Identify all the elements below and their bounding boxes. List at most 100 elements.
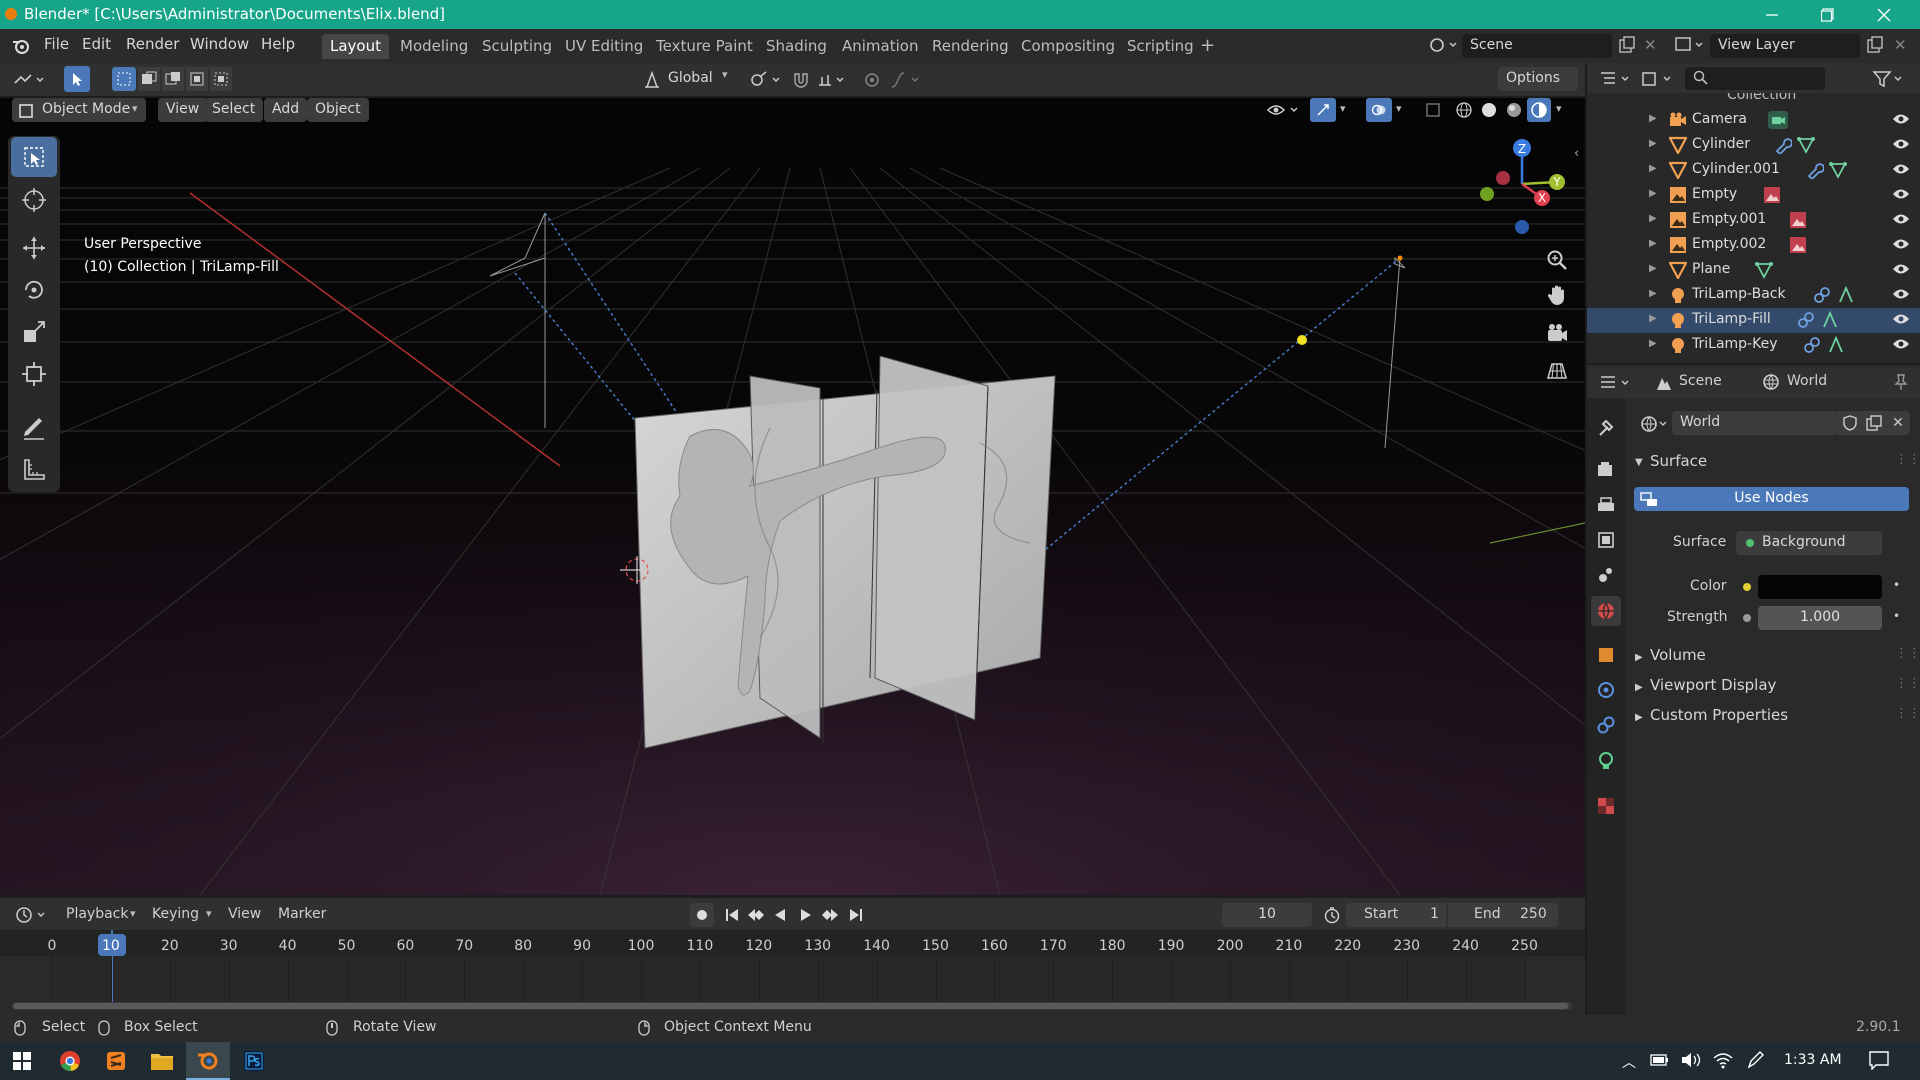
photoshop-icon[interactable] [232, 1042, 276, 1080]
drag-handle-icon[interactable]: ⋮⋮ [1895, 646, 1920, 661]
file-explorer-icon[interactable] [140, 1042, 184, 1080]
tray-chevron-up-icon[interactable]: ︿ [1622, 1052, 1636, 1072]
new-view-layer-icon[interactable] [1866, 36, 1884, 54]
volume-icon[interactable] [1680, 1051, 1702, 1069]
tab-view-layer[interactable] [1591, 525, 1621, 555]
current-frame-field[interactable]: 10 [1222, 903, 1312, 927]
eye-icon[interactable] [1892, 162, 1910, 176]
view-layer-icon[interactable] [1674, 35, 1706, 55]
eye-icon[interactable] [1892, 287, 1910, 301]
new-scene-icon[interactable] [1618, 36, 1636, 54]
tab-world[interactable] [1591, 596, 1621, 626]
use-nodes-button[interactable]: Use Nodes [1634, 487, 1909, 511]
color-swatch[interactable] [1758, 575, 1882, 599]
jump-keyframe-back-icon[interactable] [744, 903, 768, 927]
transform-tool[interactable] [11, 354, 57, 394]
eye-icon[interactable] [1892, 112, 1910, 126]
world-name-field[interactable]: World [1672, 411, 1838, 435]
outliner-editor-type-icon[interactable] [1597, 67, 1635, 91]
rotate-tool[interactable] [11, 270, 57, 310]
pen-icon[interactable] [1746, 1050, 1764, 1070]
image-data-icon[interactable] [1789, 211, 1807, 229]
proportional-edit-icon[interactable] [860, 68, 884, 92]
blender-taskbar-icon[interactable] [186, 1042, 230, 1080]
light-data-icon[interactable] [1827, 336, 1845, 354]
surface-section-header[interactable]: Surface [1650, 452, 1707, 470]
keyframe-dot-icon[interactable]: • [1893, 609, 1900, 623]
list-item[interactable]: ▶ Empty [1587, 183, 1920, 208]
jump-end-icon[interactable] [844, 903, 868, 927]
image-data-icon[interactable] [1763, 186, 1781, 204]
chrome-icon[interactable] [48, 1042, 92, 1080]
tab-uv-editing[interactable]: UV Editing [557, 34, 651, 59]
mesh-data-icon[interactable] [1797, 136, 1815, 154]
drag-handle-icon[interactable]: ⋮⋮ [1895, 452, 1920, 467]
3d-viewport[interactable]: User Perspective (10) Collection | TriLa… [0, 98, 1585, 895]
light-data-icon[interactable] [1837, 286, 1855, 304]
breadcrumb-world[interactable]: World [1787, 373, 1827, 389]
navigation-gizmo[interactable]: Z Y X [1475, 138, 1570, 238]
unlink-world-icon[interactable]: ✕ [1886, 411, 1910, 435]
annotate-tool[interactable] [11, 408, 57, 448]
wifi-icon[interactable] [1712, 1051, 1734, 1069]
snap-target-icon[interactable] [816, 68, 848, 92]
menu-window[interactable]: Window [190, 35, 249, 53]
camera-data-icon[interactable] [1767, 110, 1789, 130]
modifier-wrench-icon[interactable] [1774, 136, 1792, 154]
list-item[interactable]: ▶ TriLamp-Key [1587, 333, 1920, 358]
list-item[interactable]: ▶ Cylinder.001 [1587, 158, 1920, 183]
editor-type-icon[interactable] [10, 68, 50, 92]
select-tool-icon[interactable] [64, 66, 90, 92]
solid-shading-icon[interactable] [1477, 98, 1501, 122]
keying-menu[interactable]: Keying [152, 906, 199, 922]
eye-icon[interactable] [1892, 312, 1910, 326]
tab-texture[interactable] [1591, 791, 1621, 821]
chevron-down-icon[interactable]: ▾ [722, 68, 728, 81]
mesh-data-icon[interactable] [1755, 261, 1773, 279]
visibility-dropdown-icon[interactable] [1264, 98, 1304, 122]
volume-section-header[interactable]: Volume [1650, 646, 1706, 664]
display-mode-icon[interactable] [1639, 67, 1677, 91]
outliner-partial-row[interactable]: Collection [1587, 93, 1920, 105]
remove-view-layer-icon[interactable]: ✕ [1894, 36, 1907, 54]
snap-magnet-icon[interactable] [788, 68, 814, 92]
playback-menu[interactable]: Playback [66, 906, 128, 922]
list-item[interactable]: ▶ Camera [1587, 108, 1920, 133]
constraint-icon[interactable] [1797, 311, 1815, 329]
keyframe-dot-icon[interactable]: • [1893, 578, 1900, 592]
select-box-tool[interactable] [11, 137, 57, 177]
surface-shader-field[interactable]: Background [1736, 531, 1882, 555]
tab-modeling[interactable]: Modeling [392, 34, 476, 59]
sidebar-toggle-icon[interactable]: ‹ [1574, 146, 1579, 161]
properties-editor-type-icon[interactable] [1597, 371, 1635, 395]
surface-expand-icon[interactable]: ▼ [1635, 457, 1643, 468]
preview-range-stopwatch-icon[interactable] [1320, 903, 1344, 927]
eye-icon[interactable] [1892, 337, 1910, 351]
eye-icon[interactable] [1892, 137, 1910, 151]
tab-compositing[interactable]: Compositing [1013, 34, 1123, 59]
menu-help[interactable]: Help [261, 35, 295, 53]
pan-hand-icon[interactable] [1542, 280, 1572, 310]
ortho-grid-icon[interactable] [1542, 356, 1572, 386]
custom-properties-section-header[interactable]: Custom Properties [1650, 706, 1788, 724]
viewport-object-menu[interactable]: Object [307, 98, 369, 122]
viewport-view-menu[interactable]: View [158, 98, 208, 122]
scale-tool[interactable] [11, 312, 57, 352]
viewport-add-menu[interactable]: Add [264, 98, 308, 122]
tab-rendering[interactable]: Rendering [924, 34, 1017, 59]
tab-constraints[interactable] [1591, 710, 1621, 740]
outliner-search-input[interactable] [1685, 67, 1825, 90]
options-dropdown[interactable]: Options [1498, 67, 1578, 91]
constraint-icon[interactable] [1803, 336, 1821, 354]
tab-texture-paint[interactable]: Texture Paint [648, 34, 761, 59]
light-data-icon[interactable] [1821, 311, 1839, 329]
list-item[interactable]: ▶ Empty.001 [1587, 208, 1920, 233]
drag-handle-icon[interactable]: ⋮⋮ [1895, 676, 1920, 691]
timeline-track-area[interactable] [58, 956, 1526, 1002]
strength-slider[interactable]: 1.000 [1758, 606, 1882, 630]
record-keyframe-icon[interactable] [690, 903, 714, 927]
tab-output[interactable] [1591, 490, 1621, 520]
menu-edit[interactable]: Edit [82, 35, 111, 53]
scene-selector-icon[interactable] [1428, 35, 1458, 55]
minimize-button[interactable] [1744, 0, 1800, 29]
